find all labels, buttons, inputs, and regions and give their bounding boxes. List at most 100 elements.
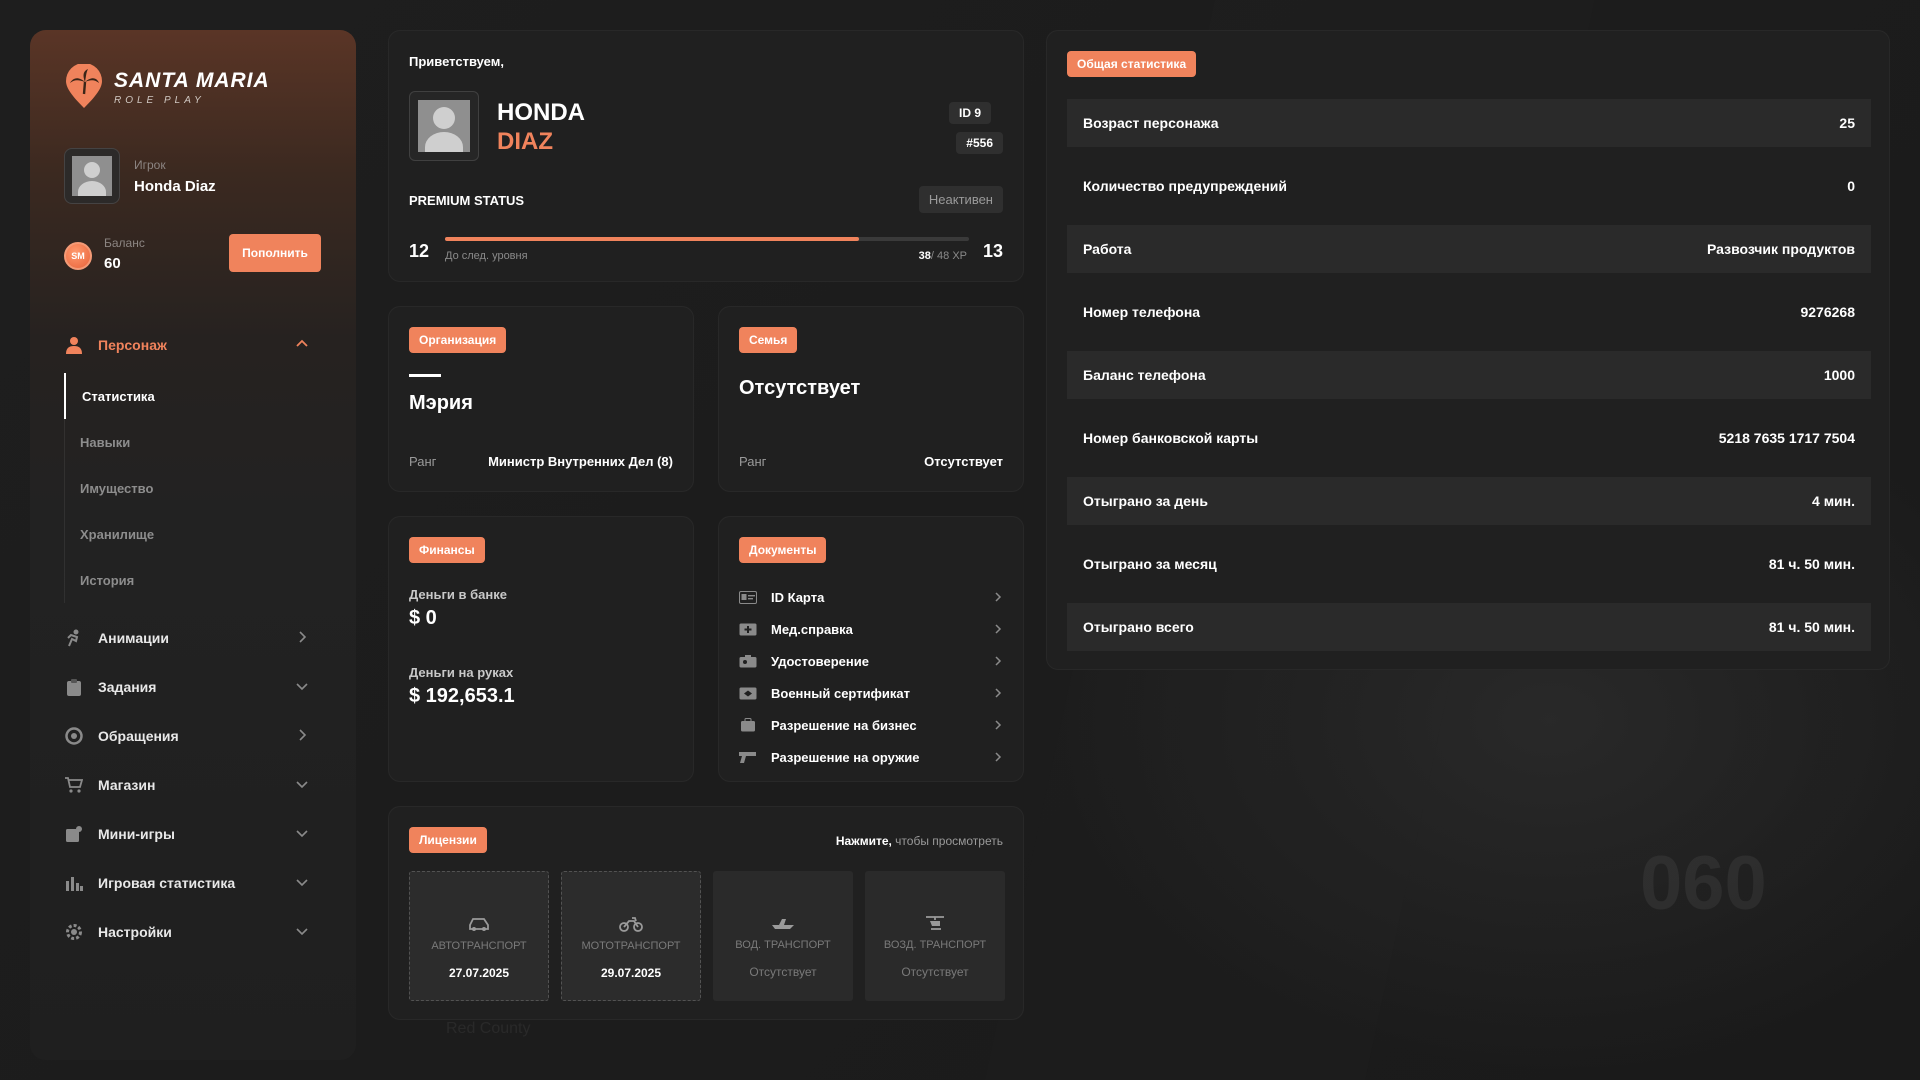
sidebar-menu: Персонаж Статистика Навыки Имущество Хра… xyxy=(30,320,356,956)
gear-icon xyxy=(64,922,84,942)
menu-animations[interactable]: Анимации xyxy=(30,613,356,662)
family-card: Семья Отсутствует Ранг Отсутствует xyxy=(718,306,1024,492)
document-business[interactable]: Разрешение на бизнес xyxy=(739,709,1005,741)
chevron-down-icon xyxy=(294,825,310,841)
stat-row-phone-balance: Баланс телефона 1000 xyxy=(1067,351,1871,399)
submenu-item-statistics[interactable]: Статистика xyxy=(64,373,356,419)
background-speedometer: 060 xyxy=(1640,841,1767,926)
menu-tasks[interactable]: Задания xyxy=(30,662,356,711)
chevron-up-icon xyxy=(294,336,310,352)
palm-logo-icon xyxy=(64,63,104,110)
stat-label: Отыграно всего xyxy=(1083,619,1194,635)
motorcycle-icon xyxy=(619,916,643,932)
stat-row-played-total: Отыграно всего 81 ч. 50 мин. xyxy=(1067,603,1871,651)
document-label: Удостоверение xyxy=(771,653,869,669)
document-medical[interactable]: Мед.справка xyxy=(739,613,1005,645)
menu-character[interactable]: Персонаж xyxy=(30,320,356,369)
menu-game-statistics[interactable]: Игровая статистика xyxy=(30,858,356,907)
stat-label: Баланс телефона xyxy=(1083,367,1206,383)
license-name: МОТОТРАНСПОРТ xyxy=(581,940,681,952)
stat-label: Работа xyxy=(1083,241,1132,257)
stats-tag: Общая статистика xyxy=(1067,51,1197,77)
bar-chart-icon xyxy=(64,873,84,893)
xp-progress-bar xyxy=(445,237,969,241)
chevron-down-icon xyxy=(294,923,310,939)
stat-row-played-day: Отыграно за день 4 мин. xyxy=(1067,477,1871,525)
level-next: 13 xyxy=(982,241,1003,261)
finance-tag: Финансы xyxy=(409,537,485,563)
finance-card: Финансы Деньги в банке $ 0 Деньги на рук… xyxy=(388,516,694,782)
sidebar: SANTA MARIA ROLE PLAY Игрок Honda Diaz S… xyxy=(30,30,356,1060)
stat-value: 5218 7635 1717 7504 xyxy=(1718,430,1855,446)
chevron-right-icon xyxy=(991,654,1005,668)
document-weapon[interactable]: Разрешение на оружие xyxy=(739,741,1005,773)
chevron-right-icon xyxy=(991,718,1005,732)
document-id-card[interactable]: ID Карта xyxy=(739,581,1005,613)
cash-money-value: $ 192,653.1 xyxy=(409,685,515,707)
stat-label: Отыграно за месяц xyxy=(1083,556,1217,572)
stat-label: Номер банковской карты xyxy=(1083,430,1259,446)
stat-value: 4 мин. xyxy=(1812,493,1855,509)
menu-shop[interactable]: Магазин xyxy=(30,760,356,809)
car-icon xyxy=(467,916,491,932)
submenu-item-skills[interactable]: Навыки xyxy=(64,419,356,465)
chevron-right-icon xyxy=(991,686,1005,700)
submenu-item-property[interactable]: Имущество xyxy=(64,465,356,511)
license-water[interactable]: ВОД. ТРАНСПОРТ Отсутствует xyxy=(713,871,853,1001)
xp-hint: До след. уровня xyxy=(445,250,528,262)
stats-card: Общая статистика Возраст персонажа 25 Кол… xyxy=(1046,30,1890,670)
menu-minigames[interactable]: Мини-игры xyxy=(30,809,356,858)
organization-name: Мэрия xyxy=(409,392,473,414)
licenses-hint-bold: Нажмите, xyxy=(835,834,892,848)
menu-game-statistics-label: Игровая статистика xyxy=(98,874,236,891)
bank-money-label: Деньги в банке xyxy=(409,587,507,602)
organization-tag: Организация xyxy=(409,327,507,353)
player-info: Игрок Honda Diaz xyxy=(64,148,216,204)
xp-current: 38 xyxy=(918,250,931,262)
menu-animations-label: Анимации xyxy=(98,629,169,646)
cart-icon xyxy=(64,775,84,795)
clipboard-icon xyxy=(64,677,84,697)
id-card-icon xyxy=(739,590,757,604)
licenses-hint: Нажмите, чтобы просмотреть xyxy=(836,834,1003,848)
topup-button[interactable]: Пополнить xyxy=(229,234,321,272)
license-moto[interactable]: МОТОТРАНСПОРТ 29.07.2025 xyxy=(561,871,701,1001)
character-submenu: Статистика Навыки Имущество Хранилище Ис… xyxy=(64,369,356,613)
menu-settings[interactable]: Настройки xyxy=(30,907,356,956)
puzzle-icon xyxy=(64,824,84,844)
chevron-right-icon xyxy=(991,590,1005,604)
welcome-text: Приветствуем, xyxy=(409,54,504,69)
license-status: Отсутствует xyxy=(749,965,817,979)
military-card-icon xyxy=(739,686,757,700)
stat-label: Номер телефона xyxy=(1083,304,1201,320)
license-car[interactable]: АВТОТРАНСПОРТ 27.07.2025 xyxy=(409,871,549,1001)
stat-value: Развозчик продуктов xyxy=(1707,241,1855,257)
document-military[interactable]: Военный сертификат xyxy=(739,677,1005,709)
stat-value: 81 ч. 50 мин. xyxy=(1768,619,1855,635)
documents-card: Документы ID Карта Мед.справка Удостовер… xyxy=(718,516,1024,782)
licenses-grid: АВТОТРАНСПОРТ 27.07.2025 МОТОТРАНСПОРТ 2… xyxy=(409,871,1005,1001)
xp-value: 38/ 48 XP xyxy=(919,250,967,262)
avatar xyxy=(64,148,120,204)
document-certificate[interactable]: Удостоверение xyxy=(739,645,1005,677)
menu-tasks-label: Задания xyxy=(98,678,157,695)
stat-row-age: Возраст персонажа 25 xyxy=(1067,99,1871,147)
boat-icon xyxy=(771,915,795,931)
player-label: Игрок xyxy=(134,157,166,172)
submenu-item-history[interactable]: История xyxy=(64,557,356,603)
document-label: Разрешение на оружие xyxy=(771,749,920,765)
stat-value: 9276268 xyxy=(1800,304,1855,320)
submenu-item-storage[interactable]: Хранилище xyxy=(64,511,356,557)
licenses-tag: Лицензии xyxy=(409,827,487,853)
level-current: 12 xyxy=(409,241,430,261)
menu-minigames-label: Мини-игры xyxy=(98,825,175,842)
brand-subtitle: ROLE PLAY xyxy=(114,94,205,106)
family-rank-label: Ранг xyxy=(739,454,767,469)
profile-card: Приветствуем, HONDA DIAZ ID 9 #556 PREMI… xyxy=(388,30,1024,282)
profile-avatar xyxy=(409,91,479,161)
balance-value: 60 xyxy=(104,255,121,272)
license-air[interactable]: ВОЗД. ТРАНСПОРТ Отсутствует xyxy=(865,871,1005,1001)
organization-divider xyxy=(409,374,441,377)
xp-progress-fill xyxy=(445,237,859,241)
menu-appeals[interactable]: Обращения xyxy=(30,711,356,760)
